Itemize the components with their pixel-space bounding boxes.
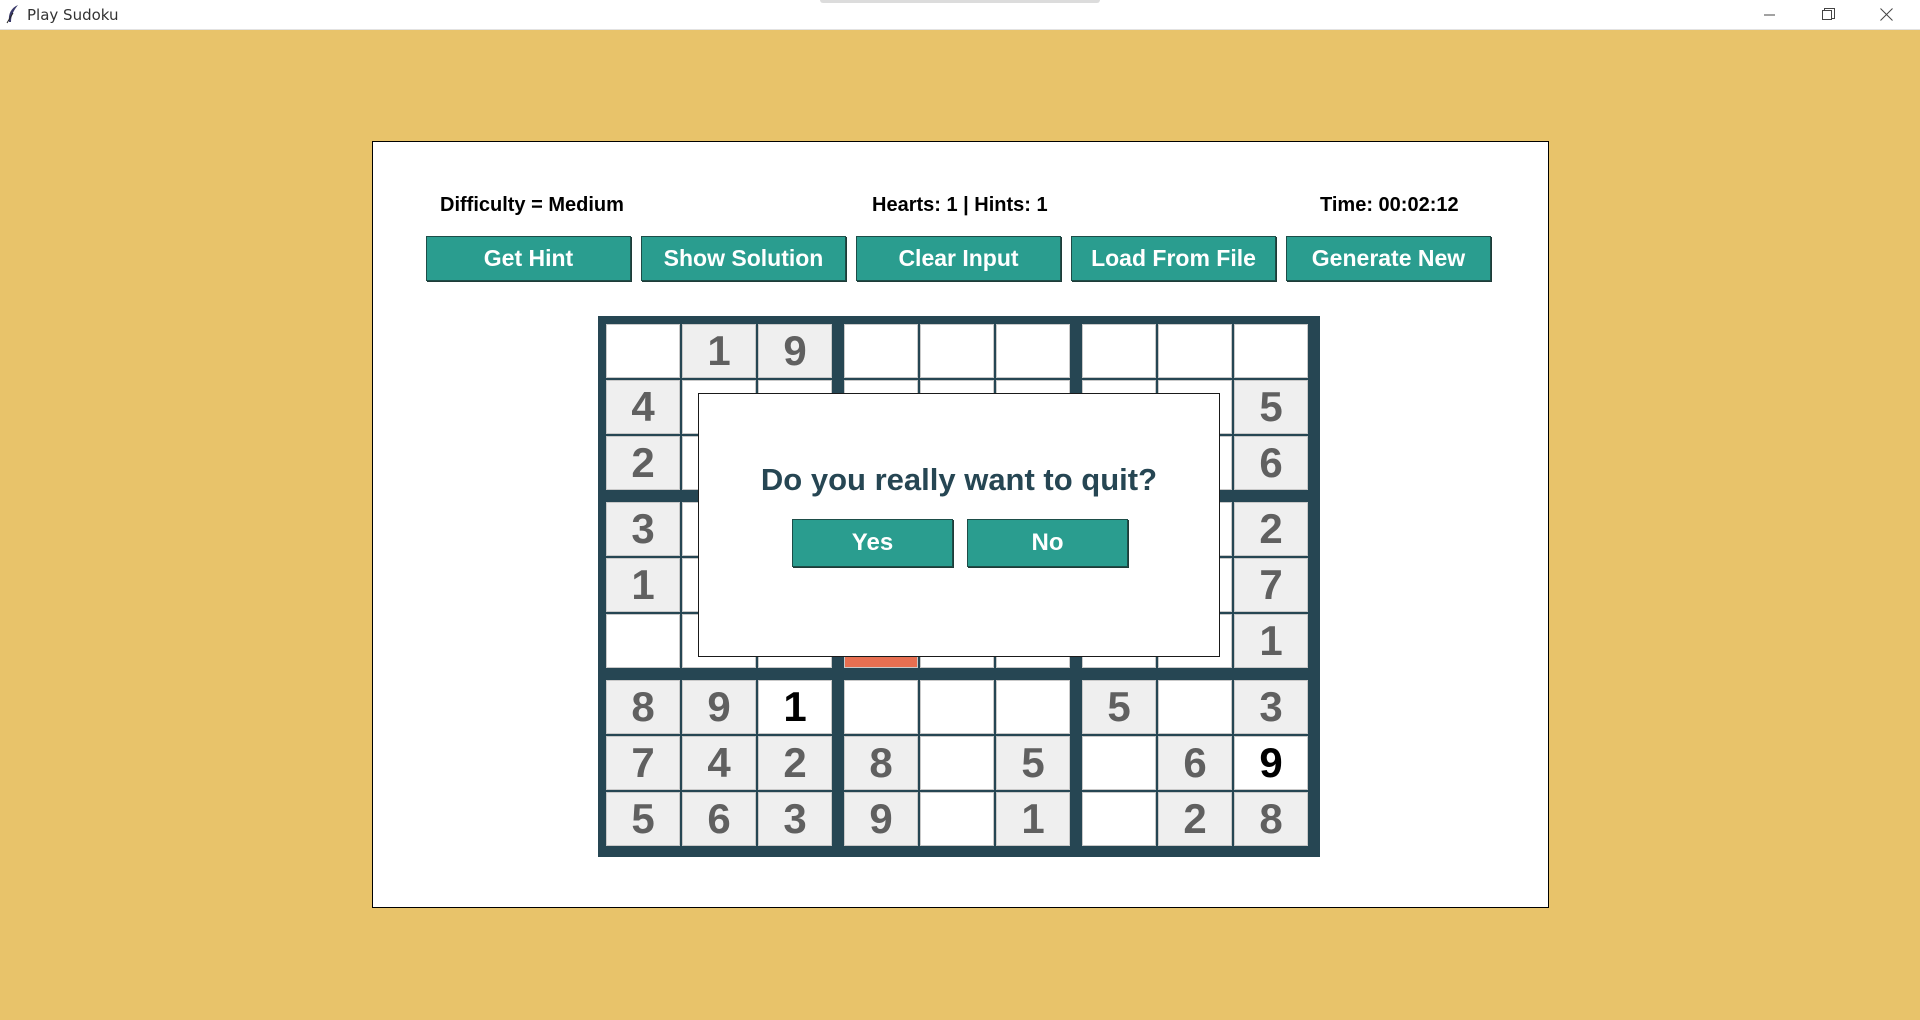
sudoku-cell-r7c7[interactable]: 5 (1082, 680, 1156, 734)
sudoku-cell-r2c1[interactable]: 4 (606, 380, 680, 434)
maximize-icon (1821, 8, 1835, 20)
load-from-file-button[interactable]: Load From File (1071, 236, 1276, 281)
sudoku-cell-r7c4[interactable] (844, 680, 918, 734)
sudoku-cell-r8c9[interactable]: 9 (1234, 736, 1308, 790)
sudoku-cell-r9c9[interactable]: 8 (1234, 792, 1308, 846)
minimize-button[interactable] (1741, 0, 1799, 29)
sudoku-cell-r9c2[interactable]: 6 (682, 792, 756, 846)
sudoku-cell-r8c4[interactable]: 8 (844, 736, 918, 790)
sudoku-cell-r7c2[interactable]: 9 (682, 680, 756, 734)
sudoku-cell-r7c9[interactable]: 3 (1234, 680, 1308, 734)
timer-label: Time: 00:02:12 (1320, 194, 1459, 216)
sudoku-cell-r8c7[interactable] (1082, 736, 1156, 790)
sudoku-cell-r6c1[interactable] (606, 614, 680, 668)
sudoku-cell-r6c9[interactable]: 1 (1234, 614, 1308, 668)
feather-icon (6, 5, 18, 24)
dialog-message: Do you really want to quit? (760, 462, 1158, 497)
difficulty-label: Difficulty = Medium (440, 194, 624, 216)
sudoku-cell-r5c9[interactable]: 7 (1234, 558, 1308, 612)
sudoku-cell-r7c5[interactable] (920, 680, 994, 734)
close-icon (1879, 8, 1893, 21)
sudoku-cell-r1c6[interactable] (996, 324, 1070, 378)
sudoku-cell-r1c7[interactable] (1082, 324, 1156, 378)
sudoku-cell-r8c3[interactable]: 2 (758, 736, 832, 790)
sudoku-cell-r7c1[interactable]: 8 (606, 680, 680, 734)
sudoku-cell-r7c8[interactable] (1158, 680, 1232, 734)
show-solution-button[interactable]: Show Solution (641, 236, 846, 281)
no-button[interactable]: No (967, 519, 1128, 567)
sudoku-cell-r1c3[interactable]: 9 (758, 324, 832, 378)
sudoku-cell-r1c5[interactable] (920, 324, 994, 378)
sudoku-cell-r4c1[interactable]: 3 (606, 502, 680, 556)
sudoku-cell-r4c9[interactable]: 2 (1234, 502, 1308, 556)
clear-input-button[interactable]: Clear Input (856, 236, 1061, 281)
sudoku-cell-r8c6[interactable]: 5 (996, 736, 1070, 790)
titlebar-shadow (820, 0, 1100, 3)
yes-button[interactable]: Yes (792, 519, 953, 567)
sudoku-cell-r9c8[interactable]: 2 (1158, 792, 1232, 846)
sudoku-cell-r1c2[interactable]: 1 (682, 324, 756, 378)
hearts-hints-label: Hearts: 1 | Hints: 1 (872, 194, 1048, 216)
sudoku-cell-r1c8[interactable] (1158, 324, 1232, 378)
sudoku-cell-r3c9[interactable]: 6 (1234, 436, 1308, 490)
close-button[interactable] (1857, 0, 1915, 29)
sudoku-cell-r8c1[interactable]: 7 (606, 736, 680, 790)
sudoku-cell-r8c5[interactable] (920, 736, 994, 790)
get-hint-button[interactable]: Get Hint (426, 236, 631, 281)
sudoku-cell-r7c3[interactable]: 1 (758, 680, 832, 734)
sudoku-cell-r1c1[interactable] (606, 324, 680, 378)
sudoku-cell-r1c9[interactable] (1234, 324, 1308, 378)
sudoku-cell-r9c3[interactable]: 3 (758, 792, 832, 846)
title-bar: Play Sudoku (0, 0, 1920, 30)
quit-dialog: Do you really want to quit? Yes No (698, 393, 1220, 657)
sudoku-cell-r7c6[interactable] (996, 680, 1070, 734)
sudoku-cell-r9c7[interactable] (1082, 792, 1156, 846)
maximize-button[interactable] (1799, 0, 1857, 29)
generate-new-button[interactable]: Generate New (1286, 236, 1491, 281)
sudoku-cell-r3c1[interactable]: 2 (606, 436, 680, 490)
sudoku-cell-r1c4[interactable] (844, 324, 918, 378)
sudoku-cell-r9c1[interactable]: 5 (606, 792, 680, 846)
window-title: Play Sudoku (27, 6, 119, 24)
sudoku-cell-r8c8[interactable]: 6 (1158, 736, 1232, 790)
sudoku-cell-r2c9[interactable]: 5 (1234, 380, 1308, 434)
minimize-icon (1764, 14, 1775, 15)
sudoku-cell-r5c1[interactable]: 1 (606, 558, 680, 612)
sudoku-cell-r9c5[interactable] (920, 792, 994, 846)
sudoku-cell-r9c4[interactable]: 9 (844, 792, 918, 846)
sudoku-cell-r8c2[interactable]: 4 (682, 736, 756, 790)
sudoku-cell-r9c6[interactable]: 1 (996, 792, 1070, 846)
